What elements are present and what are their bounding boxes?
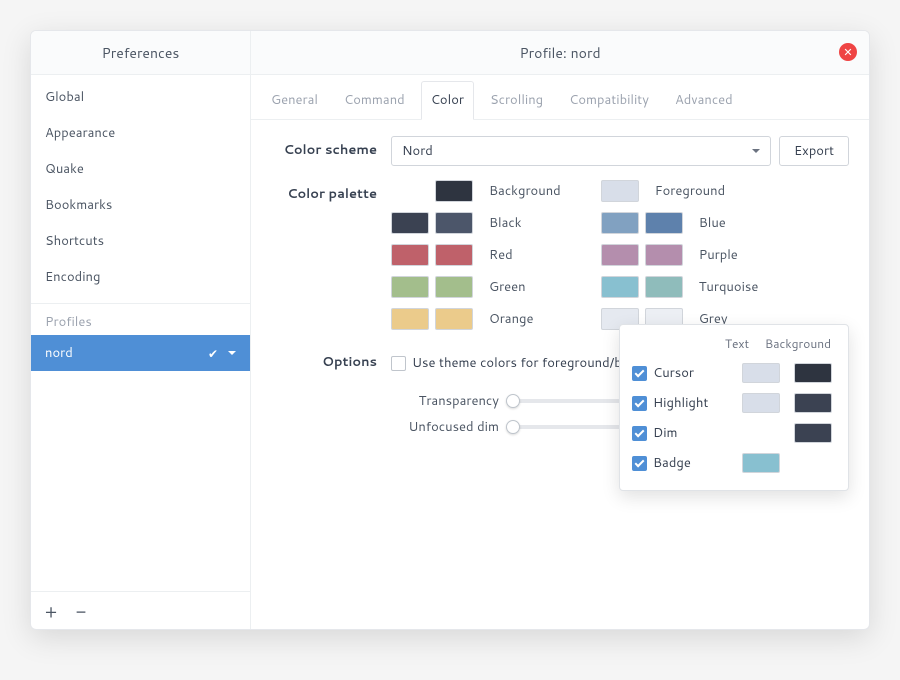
cursor-text-swatch[interactable] <box>742 363 780 383</box>
palette-orange: Orange <box>391 308 561 330</box>
popover-row-badge: Badge <box>632 448 836 478</box>
tab-content: Color scheme Nord Export Color palette B… <box>251 120 869 629</box>
swatch-turquoise-0[interactable] <box>601 276 639 298</box>
badge-checkbox[interactable] <box>632 456 647 471</box>
color-scheme-row: Color scheme Nord Export <box>271 136 849 166</box>
sidebar-item-bookmarks[interactable]: Bookmarks <box>31 187 250 223</box>
tab-scrolling[interactable]: Scrolling <box>486 85 547 119</box>
cursor-label: Cursor <box>653 364 732 382</box>
highlight-bg-swatch[interactable] <box>794 393 832 413</box>
tab-color[interactable]: Color <box>427 85 468 119</box>
sidebar: Global Appearance Quake Bookmarks Shortc… <box>31 75 251 629</box>
close-icon[interactable]: ✕ <box>839 43 857 61</box>
color-scheme-label: Color scheme <box>271 136 391 159</box>
export-button[interactable]: Export <box>779 136 849 166</box>
cursor-bg-swatch[interactable] <box>794 363 832 383</box>
profile-active-icon: ✔ <box>208 345 218 362</box>
window-body: Global Appearance Quake Bookmarks Shortc… <box>31 75 869 629</box>
main-panel: General Command Color Scrolling Compatib… <box>251 75 869 629</box>
dim-bg-swatch[interactable] <box>794 423 832 443</box>
swatch-purple-1[interactable] <box>645 244 683 266</box>
palette-label: Blue <box>699 214 726 232</box>
sidebar-footer: + − <box>31 591 250 629</box>
unfocused-dim-label: Unfocused dim <box>391 418 499 436</box>
tab-general[interactable]: General <box>267 85 322 119</box>
popover-row-cursor: Cursor <box>632 358 836 388</box>
swatch-orange-1[interactable] <box>435 308 473 330</box>
palette-green: Green <box>391 276 561 298</box>
color-palette-label: Color palette <box>271 180 391 203</box>
swatch-red-1[interactable] <box>435 244 473 266</box>
highlight-label: Highlight <box>653 394 732 412</box>
chevron-down-icon[interactable] <box>228 351 236 359</box>
tabs: General Command Color Scrolling Compatib… <box>251 75 869 120</box>
palette-label: Purple <box>699 246 738 264</box>
titlebar: Preferences Profile: nord ✕ <box>31 31 869 75</box>
popover-bg-col: Background <box>760 335 836 352</box>
popover-text-col: Text <box>714 335 760 352</box>
popover-row-highlight: Highlight <box>632 388 836 418</box>
remove-profile-button[interactable]: − <box>67 597 95 625</box>
sidebar-item-global[interactable]: Global <box>31 79 250 115</box>
dim-checkbox[interactable] <box>632 426 647 441</box>
palette-red: Red <box>391 244 561 266</box>
palette-blue: Blue <box>601 212 771 234</box>
sidebar-item-shortcuts[interactable]: Shortcuts <box>31 223 250 259</box>
dim-label: Dim <box>653 424 732 442</box>
palette-label: Red <box>489 246 513 264</box>
palette-label: Green <box>489 278 526 296</box>
sidebar-list: Global Appearance Quake Bookmarks Shortc… <box>31 75 250 591</box>
swatch-foreground-0[interactable] <box>601 180 639 202</box>
sidebar-profiles-heading: Profiles <box>31 303 250 335</box>
palette-turquoise: Turquoise <box>601 276 771 298</box>
titlebar-right-title: Profile: nord ✕ <box>251 31 869 74</box>
sidebar-item-appearance[interactable]: Appearance <box>31 115 250 151</box>
swatch-blue-1[interactable] <box>645 212 683 234</box>
palette-label: Foreground <box>655 182 725 200</box>
swatch-orange-0[interactable] <box>391 308 429 330</box>
options-label: Options <box>271 348 391 371</box>
highlight-checkbox[interactable] <box>632 396 647 411</box>
advanced-popover: Text Background Cursor Highlight Dim Badge <box>619 324 849 491</box>
swatch-green-0[interactable] <box>391 276 429 298</box>
palette-background: Background <box>391 180 561 202</box>
palette-black: Black <box>391 212 561 234</box>
tab-compatibility[interactable]: Compatibility <box>565 85 653 119</box>
swatch-background-0[interactable] <box>435 180 473 202</box>
sidebar-profile-nord[interactable]: nord ✔ <box>31 335 250 371</box>
badge-label: Badge <box>653 454 732 472</box>
highlight-text-swatch[interactable] <box>742 393 780 413</box>
use-theme-colors-checkbox[interactable] <box>391 356 406 371</box>
color-scheme-select[interactable]: Nord <box>391 136 771 166</box>
popover-rows: Cursor Highlight Dim Badge <box>632 358 836 478</box>
swatch-turquoise-1[interactable] <box>645 276 683 298</box>
add-profile-button[interactable]: + <box>37 597 65 625</box>
tab-advanced[interactable]: Advanced <box>671 85 737 119</box>
tab-command[interactable]: Command <box>340 85 409 119</box>
palette-label: Background <box>489 182 561 200</box>
palette-label: Orange <box>489 310 534 328</box>
swatch-blue-0[interactable] <box>601 212 639 234</box>
sidebar-item-quake[interactable]: Quake <box>31 151 250 187</box>
titlebar-left-title: Preferences <box>31 31 251 74</box>
swatch-red-0[interactable] <box>391 244 429 266</box>
sidebar-item-encoding[interactable]: Encoding <box>31 259 250 295</box>
swatch-black-0[interactable] <box>391 212 429 234</box>
color-palette-row: Color palette BackgroundForegroundBlackB… <box>271 180 849 330</box>
palette-grid: Background Foreground Black Blue Red Purple Gr… <box>391 180 770 330</box>
swatch-purple-0[interactable] <box>601 244 639 266</box>
palette-label: Black <box>489 214 522 232</box>
transparency-label: Transparency <box>391 392 499 410</box>
palette-foreground: Foreground <box>601 180 771 202</box>
popover-row-dim: Dim <box>632 418 836 448</box>
badge-text-swatch[interactable] <box>742 453 780 473</box>
swatch-black-1[interactable] <box>435 212 473 234</box>
palette-purple: Purple <box>601 244 771 266</box>
palette-label: Turquoise <box>699 278 759 296</box>
cursor-checkbox[interactable] <box>632 366 647 381</box>
preferences-window: Preferences Profile: nord ✕ Global Appea… <box>30 30 870 630</box>
swatch-green-1[interactable] <box>435 276 473 298</box>
